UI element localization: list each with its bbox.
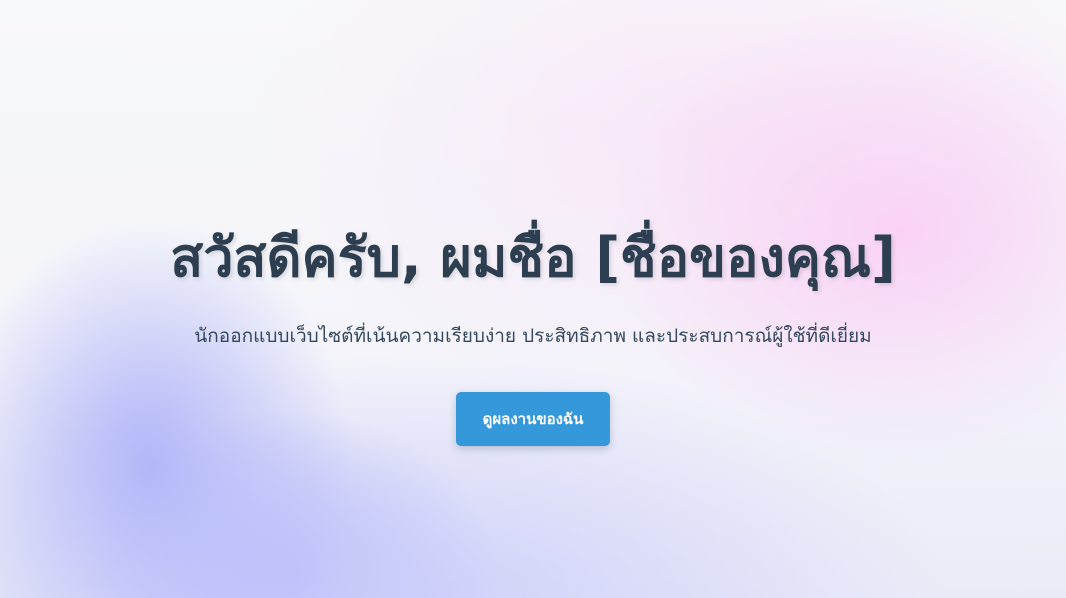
hero-subtitle: นักออกแบบเว็บไซต์ที่เน้นความเรียบง่าย ปร… [194, 325, 872, 347]
hero-section: สวัสดีครับ, ผมชื่อ [ชื่อของคุณ] นักออกแบ… [0, 0, 1066, 598]
hero-title: สวัสดีครับ, ผมชื่อ [ชื่อของคุณ] [170, 226, 896, 289]
view-portfolio-button[interactable]: ดูผลงานของฉัน [455, 392, 611, 446]
